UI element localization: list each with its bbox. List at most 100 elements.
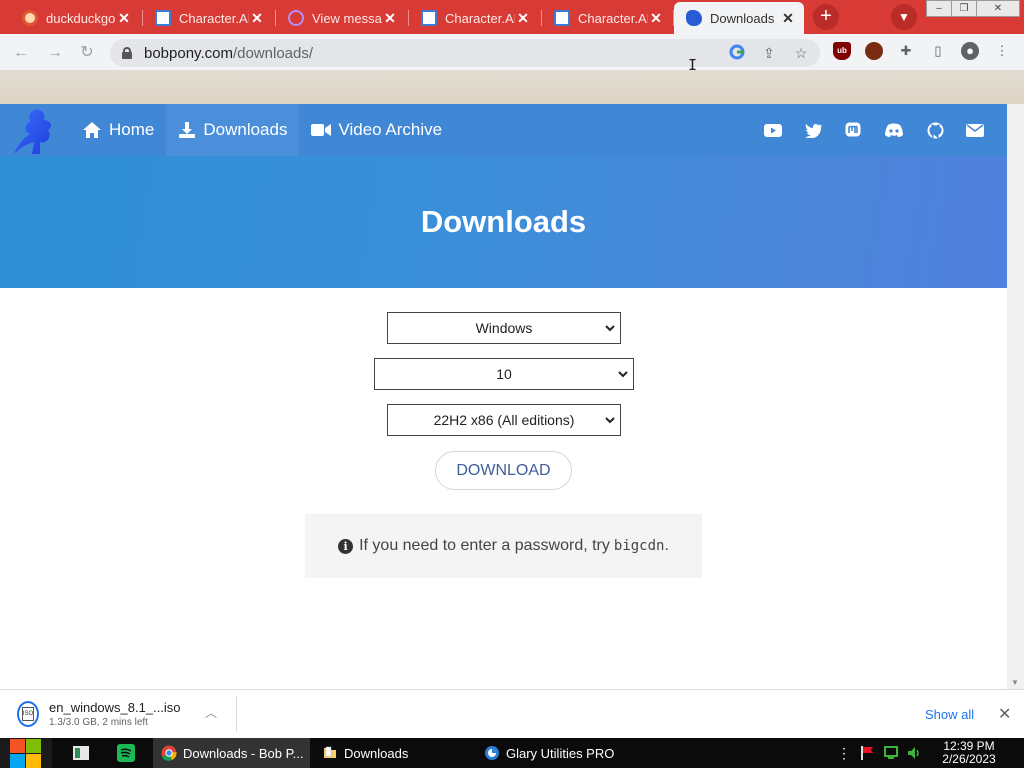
build-select-value: 22H2 x86 (All editions) [433, 412, 575, 428]
volume-icon[interactable] [906, 745, 922, 761]
system-clock[interactable]: 12:39 PM 2/26/2023 [938, 740, 1000, 766]
download-shelf: ISO en_windows_8.1_...iso 1.3/3.0 GB, 2 … [0, 689, 1024, 738]
info-icon: i [338, 538, 354, 554]
close-icon[interactable]: ✕ [780, 10, 796, 27]
tab-title: Character.AI [578, 10, 648, 26]
tab-downloads[interactable]: Downloads ✕ [673, 2, 804, 34]
download-file-name[interactable]: en_windows_8.1_...iso [49, 700, 181, 715]
tab-character-ai-2[interactable]: Character.AI ✕ [408, 2, 539, 34]
video-camera-icon [311, 123, 332, 137]
tray-overflow-icon[interactable]: ⋮ [836, 745, 852, 761]
app-pin-icon[interactable] [71, 743, 91, 763]
tab-title: duckduckgo [46, 10, 116, 26]
info-tail: . [664, 537, 669, 554]
nav-downloads[interactable]: Downloads [166, 104, 300, 156]
nav-home[interactable]: Home [70, 104, 166, 156]
lock-icon[interactable] [122, 47, 132, 59]
puzzle-piece-icon[interactable]: ✚ [897, 42, 915, 60]
mastodon-icon[interactable] [840, 104, 866, 156]
google-lens-icon[interactable] [728, 44, 746, 62]
build-select[interactable]: 22H2 x86 (All editions) [387, 404, 621, 436]
character-ai-icon [155, 10, 171, 26]
address-bar[interactable]: bobpony.com/downloads/ ⇪ ☆ [110, 39, 820, 67]
page-scrollbar[interactable]: ▼ [1007, 104, 1024, 689]
web-page: Home Downloads Video Archive Downloads W… [0, 104, 1007, 689]
tab-title: Character.AI [179, 10, 249, 26]
show-all-link[interactable]: Show all [925, 707, 974, 722]
close-icon[interactable]: ✕ [116, 10, 132, 27]
twitter-icon[interactable] [801, 104, 827, 156]
password-code: bigcdn [613, 538, 665, 554]
task-label: Glary Utilities PRO [506, 745, 615, 761]
text-cursor-icon: I [688, 56, 698, 74]
back-button[interactable]: ← [10, 42, 32, 64]
windows-logo-icon [10, 738, 42, 768]
taskbar-chrome-downloads[interactable]: Downloads - Bob P... [153, 738, 310, 768]
chevron-down-icon [618, 371, 628, 378]
tab-character-ai-1[interactable]: Character.AI ✕ [142, 2, 273, 34]
nav-video-archive[interactable]: Video Archive [299, 104, 454, 156]
page-title: Downloads [420, 204, 587, 239]
chevron-up-icon[interactable]: ︿ [205, 704, 217, 721]
extension-avatar-icon[interactable] [865, 42, 883, 60]
shelf-divider [236, 696, 237, 732]
ublock-origin-icon[interactable]: ub [833, 42, 851, 60]
flag-icon[interactable] [859, 745, 875, 761]
close-icon[interactable]: ✕ [249, 10, 265, 27]
minimize-button[interactable]: ‒ [926, 0, 952, 17]
discord-icon[interactable] [881, 104, 907, 156]
start-button[interactable] [0, 738, 52, 768]
close-icon[interactable]: ✕ [648, 10, 664, 27]
tab-view-messages[interactable]: View messages ✕ [275, 2, 406, 34]
close-window-button[interactable]: ✕ [976, 0, 1020, 17]
os-select[interactable]: Windows [387, 312, 621, 344]
new-tab-button[interactable]: + [813, 4, 839, 30]
close-icon[interactable]: ✕ [998, 704, 1011, 724]
tab-search-button[interactable]: ▼ [891, 4, 917, 30]
download-icon [178, 121, 196, 139]
tab-title: Downloads [710, 10, 775, 26]
download-button[interactable]: DOWNLOAD [435, 451, 572, 490]
close-icon[interactable]: ✕ [382, 10, 398, 27]
scroll-down-arrow-icon[interactable]: ▼ [1011, 678, 1019, 687]
tab-title: View messages [312, 10, 382, 26]
clock-date: 2/26/2023 [942, 752, 996, 766]
info-text: If you need to enter a password, try [359, 537, 610, 554]
os-select-value: Windows [475, 320, 533, 336]
url-host: bobpony.com [144, 44, 233, 62]
youtube-icon[interactable] [760, 104, 786, 156]
character-ai-icon [421, 10, 437, 26]
password-info-box: i If you need to enter a password, try b… [305, 514, 702, 578]
forward-button[interactable]: → [44, 42, 66, 64]
task-label: Downloads [344, 745, 409, 761]
glary-icon [485, 746, 499, 760]
email-icon[interactable] [962, 104, 988, 156]
hero-banner: Downloads [0, 156, 1007, 288]
spotify-icon[interactable] [116, 743, 136, 763]
close-icon[interactable]: ✕ [515, 10, 531, 27]
character-ai-icon [554, 10, 570, 26]
taskbar-folder-downloads[interactable]: Downloads [314, 738, 471, 768]
side-panel-icon[interactable]: ▯ [929, 42, 947, 60]
tab-strip: duckduckgo ✕ Character.AI ✕ View message… [0, 0, 1024, 34]
restore-button[interactable]: ❐ [951, 0, 977, 17]
network-icon[interactable] [883, 745, 899, 761]
menu-kebab-icon[interactable]: ⋮ [993, 42, 1011, 60]
nav-home-label: Home [109, 120, 155, 139]
nav-video-archive-label: Video Archive [338, 120, 443, 139]
profile-icon[interactable]: ● [961, 42, 979, 60]
windows-taskbar: Downloads - Bob P... Downloads Glary Uti… [0, 738, 1024, 768]
share-icon[interactable]: ⇪ [760, 44, 778, 62]
github-icon[interactable] [922, 104, 948, 156]
reload-button[interactable]: ↻ [76, 42, 98, 64]
iso-file-icon[interactable]: ISO [17, 701, 39, 727]
bobpony-icon [686, 10, 702, 26]
download-status: 1.3/3.0 GB, 2 mins left [49, 717, 148, 728]
tab-duckduckgo[interactable]: duckduckgo ✕ [10, 2, 140, 34]
taskbar-glary-utilities[interactable]: Glary Utilities PRO [476, 738, 633, 768]
chevron-down-icon [605, 417, 615, 424]
version-select[interactable]: 10 [374, 358, 634, 390]
tab-character-ai-3[interactable]: Character.AI ✕ [541, 2, 672, 34]
bobpony-logo[interactable] [0, 104, 70, 156]
star-icon[interactable]: ☆ [792, 44, 810, 62]
